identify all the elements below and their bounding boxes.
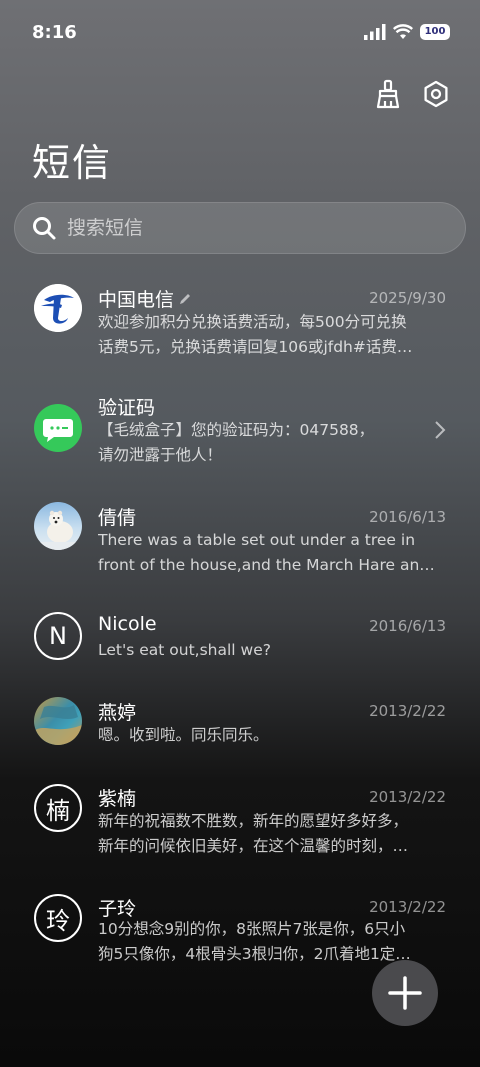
conversation-item[interactable]: 验证码 【毛绒盒子】您的验证码为：047588， 请勿泄露于他人！ xyxy=(0,392,480,492)
landscape-photo xyxy=(34,705,82,745)
signal-icon xyxy=(364,24,386,40)
china-telecom-logo xyxy=(34,284,82,332)
pencil-icon xyxy=(180,294,191,304)
status-time: 8:16 xyxy=(32,22,77,43)
header-actions xyxy=(372,78,452,110)
compose-button[interactable] xyxy=(372,960,438,1026)
plus-icon xyxy=(388,976,422,1010)
conversation-item[interactable]: 倩倩 2016/6/13 There was a table set out u… xyxy=(0,502,480,602)
conversation-item[interactable]: 燕婷 2013/2/22 嗯。收到啦。同乐同乐。 xyxy=(0,697,480,777)
page-title: 短信 xyxy=(32,141,113,185)
message-bubble-icon xyxy=(43,419,73,442)
avatar xyxy=(34,697,82,745)
status-bar: 8:16 100 xyxy=(0,0,480,68)
conversation-item[interactable]: 中国电信 2025/9/30 欢迎参加积分兑换话费活动，每500分可兑换 话费5… xyxy=(0,280,480,380)
conversation-name: 验证码 xyxy=(98,397,156,419)
conversation-preview: 嗯。收到啦。同乐同乐。 xyxy=(98,726,269,744)
conversation-name: 中国电信 xyxy=(98,285,192,312)
search-input[interactable] xyxy=(65,216,429,240)
wifi-icon xyxy=(393,24,413,39)
conversation-preview: 欢迎参加积分兑换话费活动，每500分可兑换 话费5元，兑换话费请回复106或jf… xyxy=(98,313,413,356)
conversation-name: Nicole xyxy=(98,613,157,635)
conversation-date: 2025/9/30 xyxy=(369,289,446,307)
conversation-name: 紫楠 xyxy=(98,788,137,810)
conversation-preview: Let's eat out,shall we? xyxy=(98,641,271,659)
conversation-date: 2013/2/22 xyxy=(369,898,446,916)
conversation-preview: 新年的祝福数不胜数，新年的愿望好多好多， 新年的问候依旧美好，在这个温馨的时刻，… xyxy=(98,812,409,855)
search-icon xyxy=(33,217,56,240)
status-icons: 100 xyxy=(364,24,450,40)
avatar: 楠 xyxy=(34,784,82,832)
conversation-preview: There was a table set out under a tree i… xyxy=(98,531,435,574)
battery-level: 100 xyxy=(424,26,446,37)
conversation-item[interactable]: N Nicole 2016/6/13 Let's eat out,shall w… xyxy=(0,612,480,692)
conversation-date: 2013/2/22 xyxy=(369,788,446,806)
conversation-date: 2016/6/13 xyxy=(369,617,446,635)
conversation-name: 倩倩 xyxy=(98,507,137,529)
conversation-name: 燕婷 xyxy=(98,702,137,724)
search-bar[interactable] xyxy=(14,202,466,254)
conversation-preview: 【毛绒盒子】您的验证码为：047588， 请勿泄露于他人！ xyxy=(98,421,375,464)
avatar xyxy=(34,404,82,452)
chevron-right-icon xyxy=(435,421,446,439)
conversation-preview: 10分想念9别的你，8张照片7张是你，6只小 狗5只像你，4根骨头3根归你，2爪… xyxy=(98,920,411,963)
polar-bear-photo xyxy=(34,510,82,550)
battery-icon: 100 xyxy=(420,24,450,40)
avatar: 玲 xyxy=(34,894,82,942)
broom-icon[interactable] xyxy=(372,78,404,110)
conversation-date: 2013/2/22 xyxy=(369,702,446,720)
avatar: N xyxy=(34,612,82,660)
avatar xyxy=(34,502,82,550)
conversation-item[interactable]: 楠 紫楠 2013/2/22 新年的祝福数不胜数，新年的愿望好多好多， 新年的问… xyxy=(0,784,480,884)
settings-hex-icon[interactable] xyxy=(420,78,452,110)
conversation-date: 2016/6/13 xyxy=(369,508,446,526)
avatar xyxy=(34,284,82,332)
